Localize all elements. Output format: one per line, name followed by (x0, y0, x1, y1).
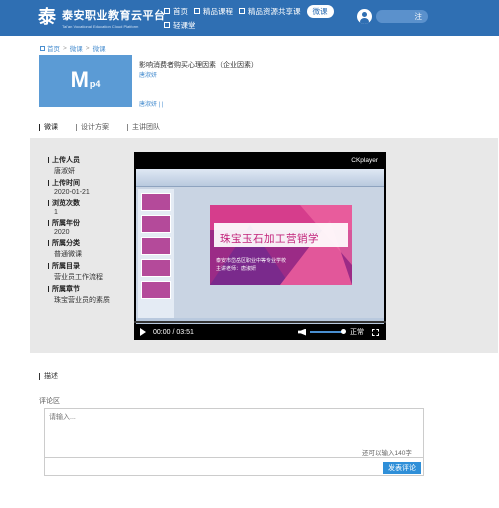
player-brand: CKplayer (351, 157, 378, 164)
info-label: 所属分类 (48, 238, 110, 248)
playback-time: 00:00 / 03:51 (153, 328, 194, 336)
nav-item-label: 首页 (173, 6, 188, 16)
logo-text: 泰安职业教育云平台 Tai'an Vocational Education Cl… (62, 7, 166, 29)
info-chapter: 所属章节 珠宝营业员的素质 (48, 284, 110, 305)
nav-item-featured-courses[interactable]: 精品课程 (194, 6, 233, 17)
user-area: 注 (357, 9, 428, 24)
player-controls: 00:00 / 03:51 正常 (134, 324, 386, 340)
grid-icon (164, 22, 170, 28)
info-value: 普通微课 (54, 251, 82, 258)
info-uploader: 上传人员 唐淑妍 (48, 155, 110, 176)
quality-selector[interactable]: 正常 (350, 327, 364, 337)
course-info-list: 上传人员 唐淑妍 上传时间 2020-01-21 浏览次数 1 所属年份 202… (48, 155, 110, 307)
site-title: 泰安职业教育云平台 (62, 9, 166, 22)
info-label: 上传人员 (48, 155, 110, 165)
slide-thumbnail (141, 237, 171, 255)
volume-icon[interactable] (298, 328, 306, 336)
course-tabs: 微课 设计方案 主讲团队 (39, 122, 178, 132)
info-value: 2020 (54, 229, 70, 236)
nav-item-label: 微课 (312, 6, 328, 16)
play-icon[interactable] (140, 328, 146, 336)
video-progress-bar[interactable] (134, 321, 386, 323)
breadcrumb-home[interactable]: 首页 (47, 43, 60, 53)
course-thumbnail: M p4 (39, 55, 132, 107)
info-directory: 所属目录 营业员工作流程 (48, 261, 110, 282)
logo-mark: 泰 (38, 7, 56, 28)
slide-thumbnail (141, 215, 171, 233)
slide-title: 珠宝玉石加工营销学 (220, 233, 319, 245)
info-value: 唐淑妍 (54, 168, 75, 175)
breadcrumb-separator: > (85, 44, 90, 52)
course-title: 影响消费者购买心理因素（企业因素） (139, 62, 258, 69)
nav-item-shared-resources[interactable]: 精品资源共享课 (239, 6, 301, 17)
info-value: 珠宝营业员的素质 (54, 297, 110, 304)
tab-marker (76, 123, 77, 131)
nav-item-label: 精品资源共享课 (248, 6, 301, 16)
remaining-characters: 还可以输入140字 (362, 450, 412, 457)
info-value: 1 (54, 209, 58, 216)
nav-item-home[interactable]: 首页 (164, 6, 188, 17)
tab-marker (127, 123, 128, 131)
breadcrumb-separator: > (63, 44, 67, 52)
comment-action-bar (44, 458, 424, 476)
site-subtitle: Tai'an Vocational Education Cloud Platfo… (62, 24, 139, 29)
slide-thumbnail (141, 259, 171, 277)
top-navigation-bar: 泰 泰安职业教育云平台 Tai'an Vocational Education … (0, 0, 499, 36)
grid-icon (194, 8, 200, 14)
info-value: 2020-01-21 (54, 189, 90, 196)
site-logo[interactable]: 泰 泰安职业教育云平台 Tai'an Vocational Education … (38, 7, 166, 29)
nav-row-2: 轻课堂 (164, 18, 364, 32)
volume-slider[interactable] (310, 329, 346, 334)
tab-label: 主讲团队 (132, 124, 160, 131)
nav-row-1: 首页 精品课程 精品资源共享课 微课 (164, 4, 364, 18)
course-meta-line[interactable]: 唐淑妍 | | (139, 99, 163, 108)
main-nav: 首页 精品课程 精品资源共享课 微课 轻课堂 (164, 4, 364, 32)
slide-preview: 珠宝玉石加工营销学 泰安市岱岳区职业中等专业学校 主讲老师：唐淑妍 (210, 205, 352, 285)
tab-design-plan[interactable]: 设计方案 (76, 122, 109, 132)
ppt-slide-thumbnails (138, 189, 174, 319)
info-value: 营业员工作流程 (54, 274, 103, 281)
comments-heading: 评论区 (39, 398, 60, 405)
tab-teaching-team[interactable]: 主讲团队 (127, 122, 160, 132)
thumbnail-format: p4 (89, 79, 101, 89)
info-view-count: 浏览次数 1 (48, 198, 110, 216)
info-label: 上传时间 (48, 178, 110, 188)
slide-thumbnail (141, 281, 171, 299)
info-label: 浏览次数 (48, 198, 110, 208)
info-category: 所属分类 普通微课 (48, 238, 110, 259)
ppt-ribbon (136, 169, 384, 187)
description-heading: 描述 (39, 371, 58, 381)
info-label: 所属目录 (48, 261, 110, 271)
tab-marker (39, 123, 40, 131)
slide-subtitle: 泰安市岱岳区职业中等专业学校 主讲老师：唐淑妍 (216, 257, 286, 273)
home-icon (40, 45, 45, 51)
slide-thumbnail (141, 193, 171, 211)
breadcrumb-current[interactable]: 微课 (93, 43, 106, 53)
slide-teacher: 主讲老师：唐淑妍 (216, 266, 257, 272)
info-year: 所属年份 2020 (48, 218, 110, 236)
grid-icon (239, 8, 245, 14)
breadcrumb: 首页 > 微课 > 微课 (40, 43, 106, 53)
fullscreen-icon[interactable] (372, 328, 379, 336)
video-frame: 珠宝玉石加工营销学 泰安市岱岳区职业中等专业学校 主讲老师：唐淑妍 (136, 169, 384, 324)
course-author-link[interactable]: 唐淑妍 (139, 70, 157, 79)
tab-label: 设计方案 (81, 124, 109, 131)
grid-icon (164, 8, 170, 14)
thumbnail-letter: M (70, 67, 89, 92)
breadcrumb-micro-course[interactable]: 微课 (70, 43, 83, 53)
tab-micro-course[interactable]: 微课 (39, 122, 58, 132)
info-upload-time: 上传时间 2020-01-21 (48, 178, 110, 196)
tab-label: 微课 (44, 124, 58, 131)
user-avatar-icon[interactable] (357, 9, 372, 24)
nav-item-micro-course[interactable]: 微课 (306, 4, 334, 18)
login-button[interactable]: 注 (376, 10, 428, 23)
nav-item-label: 精品课程 (203, 6, 233, 16)
nav-item-light-classroom[interactable]: 轻课堂 (164, 20, 196, 31)
info-label: 所属年份 (48, 218, 110, 228)
submit-comment-button[interactable]: 发表评论 (383, 462, 421, 474)
video-player[interactable]: CKplayer 珠宝玉石加工营销学 泰安市岱岳区职业中等专业学校 主讲老师：唐… (134, 152, 386, 340)
nav-item-label: 轻课堂 (173, 20, 196, 30)
info-label: 所属章节 (48, 284, 110, 294)
slide-school: 泰安市岱岳区职业中等专业学校 (216, 258, 287, 264)
